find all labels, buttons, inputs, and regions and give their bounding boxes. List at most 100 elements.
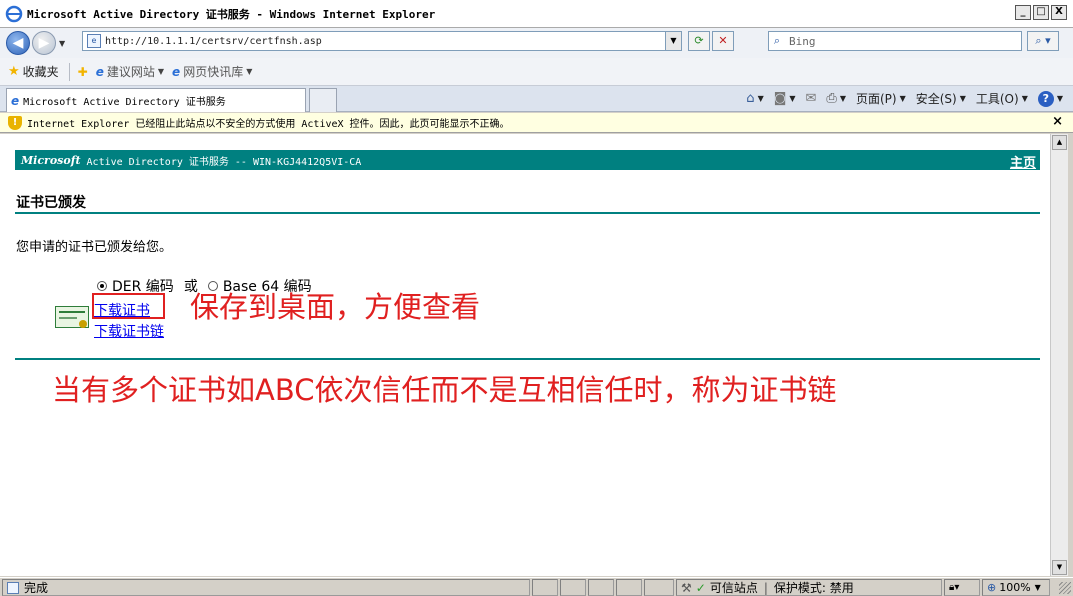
web-slice-gallery-label: 网页快讯库 <box>183 65 244 79</box>
security-zone[interactable]: ⚒ ✓ 可信站点 | 保护模式: 禁用 <box>676 579 942 596</box>
page-banner: Microsoft Active Directory 证书服务 -- WIN-K… <box>15 150 1040 171</box>
chevron-down-icon: ▼ <box>839 94 846 103</box>
title-bar: Microsoft Active Directory 证书服务 - Window… <box>0 0 1073 28</box>
ie-page-icon: e <box>95 64 104 79</box>
search-icon: ⌕ ▾ <box>1035 34 1051 47</box>
protected-mode-label: 保护模式: 禁用 <box>773 581 854 595</box>
suggested-sites-label: 建议网站 <box>106 65 155 79</box>
add-favorite-icon: ✚ <box>77 64 88 79</box>
search-box[interactable]: ⌕ Bing <box>768 31 1022 51</box>
add-favorite-button[interactable]: ✚ <box>78 65 88 79</box>
chevron-down-icon: ▼ <box>899 94 906 103</box>
close-window-button[interactable]: X <box>1051 5 1067 20</box>
status-text: 完成 <box>24 581 49 595</box>
ie-page-icon: e <box>11 93 20 108</box>
refresh-button[interactable]: ⟳ <box>688 31 710 51</box>
address-dropdown-icon[interactable]: ▼ <box>665 32 681 50</box>
mail-icon: ✉ <box>805 91 817 106</box>
page-status-icon <box>7 581 19 594</box>
search-provider-icon: ⌕ <box>773 34 781 47</box>
star-icon: ★ <box>8 64 20 79</box>
chevron-down-icon: ▼ <box>789 94 796 103</box>
web-slice-gallery-link[interactable]: e 网页快讯库 ▼ <box>172 63 252 80</box>
status-pane <box>560 579 586 596</box>
intro-text: 您申请的证书已颁发给您。 <box>16 240 173 255</box>
annotation-highlight-box <box>92 293 165 319</box>
vertical-scrollbar[interactable]: ▲ ▼ <box>1050 134 1068 576</box>
mail-button[interactable]: ✉ <box>806 91 817 106</box>
address-bar[interactable]: e http://10.1.1.1/certsrv/certfnsh.asp ▼ <box>82 31 682 51</box>
annotation-save-note: 保存到桌面，方便查看 <box>190 290 481 324</box>
lock-icon: 🔒︎▾ <box>949 582 960 593</box>
tab-row: e Microsoft Active Directory 证书服务 ⌂ ▼ ◙ ▼ … <box>0 86 1073 112</box>
chevron-down-icon: ▼ <box>1056 94 1063 103</box>
suggested-sites-link[interactable]: e 建议网站 ▼ <box>96 63 164 80</box>
arrow-left-icon: ◀ <box>12 35 24 51</box>
chevron-down-icon: ▼ <box>246 67 253 76</box>
status-pane <box>588 579 614 596</box>
tab-active[interactable]: e Microsoft Active Directory 证书服务 <box>6 88 306 112</box>
stop-icon: ✕ <box>718 34 728 47</box>
information-bar[interactable]: ! Internet Explorer 已经阻止此站点以不安全的方式使用 Act… <box>0 113 1073 133</box>
ie-page-icon: e <box>172 64 181 79</box>
security-settings-button[interactable]: 🔒︎▾ <box>944 579 980 596</box>
status-pane <box>616 579 642 596</box>
minimize-button[interactable]: _ <box>1015 5 1031 20</box>
divider <box>15 358 1040 360</box>
shield-warning-icon: ! <box>8 115 22 130</box>
window-frame <box>1068 134 1073 576</box>
history-dropdown-icon[interactable]: ▼ <box>59 39 65 48</box>
chevron-down-icon: ▼ <box>1021 94 1028 103</box>
search-button[interactable]: ⌕ ▾ <box>1027 31 1059 51</box>
rss-icon: ◙ <box>773 91 787 106</box>
page-content: Microsoft Active Directory 证书服务 -- WIN-K… <box>0 134 1050 576</box>
print-button[interactable]: ⎙ ▼ <box>826 91 846 106</box>
der-radio[interactable] <box>97 281 107 291</box>
favorites-bar: ★ 收藏夹 ✚ e 建议网站 ▼ e 网页快讯库 ▼ <box>0 58 1073 86</box>
command-bar: ⌂ ▼ ◙ ▼ ✉ ⎙ ▼ 页面(P) ▼ 安全(S) ▼ 工具(O) ▼ ? ▼ <box>736 90 1063 107</box>
address-input[interactable]: http://10.1.1.1/certsrv/certfnsh.asp <box>105 36 322 47</box>
separator: | <box>763 580 768 595</box>
divider <box>15 212 1040 214</box>
page-menu[interactable]: 页面(P) ▼ <box>856 90 906 107</box>
infobar-close-button[interactable]: × <box>1052 114 1063 129</box>
safety-menu[interactable]: 安全(S) ▼ <box>916 90 966 107</box>
stop-button[interactable]: ✕ <box>712 31 734 51</box>
help-icon: ? <box>1037 90 1054 107</box>
back-button[interactable]: ◀ <box>6 31 30 55</box>
maximize-button[interactable]: □ <box>1033 5 1049 20</box>
scroll-up-icon[interactable]: ▲ <box>1052 135 1067 150</box>
annotation-chain-note: 当有多个证书如ABC依次信任而不是互相信任时，称为证书链 <box>52 373 837 407</box>
zone-tools-icon: ⚒ <box>681 580 692 595</box>
new-tab-button[interactable] <box>309 88 337 112</box>
home-link[interactable]: 主页 <box>1010 152 1036 171</box>
help-menu[interactable]: ? ▼ <box>1037 90 1063 107</box>
arrow-right-icon: ▶ <box>38 35 50 51</box>
zoom-button[interactable]: ⊕ 100% ▼ <box>982 579 1050 596</box>
refresh-icon: ⟳ <box>694 34 704 47</box>
page-icon: e <box>87 34 101 48</box>
forward-button[interactable]: ▶ <box>32 31 56 55</box>
page-title: 证书已颁发 <box>16 195 86 211</box>
feeds-button[interactable]: ◙ ▼ <box>774 91 796 106</box>
safety-menu-label: 安全(S) <box>915 92 957 106</box>
chevron-down-icon: ▼ <box>1034 583 1041 592</box>
status-pane <box>532 579 558 596</box>
search-input[interactable]: Bing <box>789 35 816 48</box>
chevron-down-icon: ▼ <box>157 67 165 76</box>
zoom-icon: ⊕ <box>987 581 997 594</box>
banner-subtitle: Active Directory 证书服务 -- WIN-KGJ4412Q5VI… <box>86 156 362 168</box>
scroll-down-icon[interactable]: ▼ <box>1052 560 1067 575</box>
ie-logo-icon <box>5 5 23 22</box>
home-icon: ⌂ <box>746 91 755 106</box>
download-certificate-chain-link[interactable]: 下载证书链 <box>94 321 164 341</box>
favorites-button[interactable]: ★ 收藏夹 <box>8 63 59 80</box>
home-button[interactable]: ⌂ ▼ <box>746 91 763 106</box>
printer-icon: ⎙ <box>826 91 837 106</box>
window-controls: _ □ X <box>1015 5 1067 20</box>
favorites-label: 收藏夹 <box>22 65 59 79</box>
status-done: 完成 <box>2 579 530 596</box>
resize-grip[interactable] <box>1059 582 1071 594</box>
tools-menu[interactable]: 工具(O) ▼ <box>976 90 1028 107</box>
window-title: Microsoft Active Directory 证书服务 - Window… <box>27 7 436 21</box>
